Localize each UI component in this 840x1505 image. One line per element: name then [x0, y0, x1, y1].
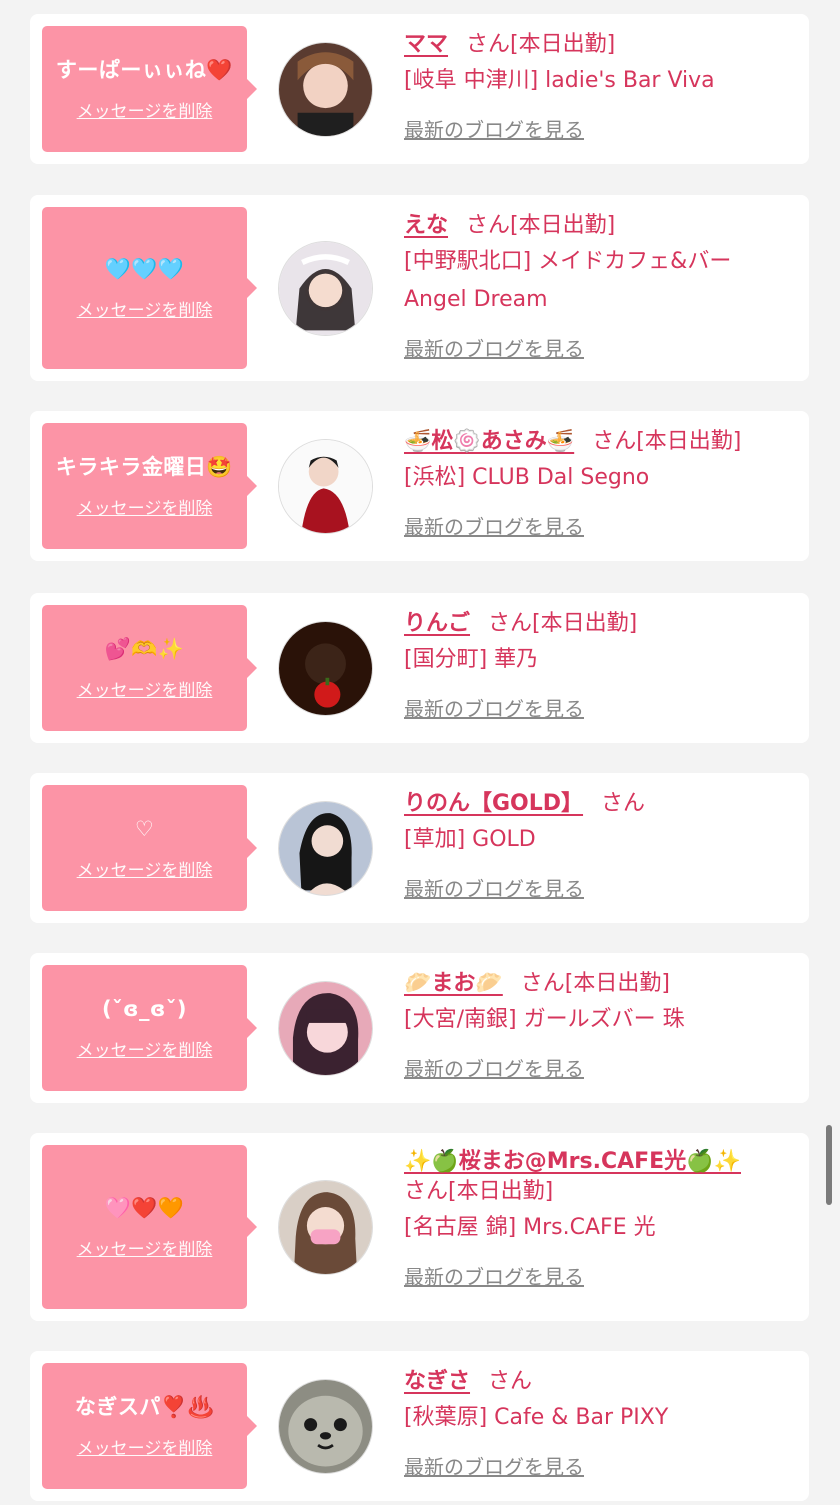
cast-status: さん[本日出勤]: [466, 213, 616, 238]
cast-name-link[interactable]: 🥟まお🥟: [404, 971, 503, 996]
cast-status: さん: [601, 791, 646, 816]
shop-name: [草加] GOLD: [404, 827, 536, 852]
message-feed: すーぱーぃぃね❤️ メッセージを削除 ママ さん[本日出勤] [岐阜 中津川] l…: [0, 0, 840, 1505]
cast-status: さん[本日出勤]: [488, 611, 638, 636]
cast-name-link[interactable]: ママ: [404, 32, 448, 57]
delete-message-link[interactable]: メッセージを削除: [77, 494, 213, 519]
avatar[interactable]: [278, 801, 373, 896]
message-text: すーぱーぃぃね❤️: [55, 57, 234, 82]
message-bubble: 💕🫶✨ メッセージを削除: [42, 605, 257, 731]
message-bubble: 🩷❤️🧡 メッセージを削除: [42, 1145, 257, 1309]
avatar[interactable]: [278, 1379, 373, 1474]
list-item: (ˇɞ_ɞˇ) メッセージを削除 🥟まお🥟 さん[本日出勤] [大宮/南銀] ガー…: [30, 953, 809, 1103]
latest-blog-link[interactable]: 最新のブログを見る: [404, 873, 584, 902]
latest-blog-link[interactable]: 最新のブログを見る: [404, 333, 584, 362]
message-bubble: キラキラ金曜日🤩 メッセージを削除: [42, 423, 257, 549]
avatar[interactable]: [278, 981, 373, 1076]
message-text: 💕🫶✨: [104, 636, 185, 661]
list-item: すーぱーぃぃね❤️ メッセージを削除 ママ さん[本日出勤] [岐阜 中津川] l…: [30, 14, 809, 164]
avatar[interactable]: [278, 1180, 373, 1275]
cast-status: さん[本日出勤]: [466, 32, 616, 57]
shop-name: [中野駅北口] メイドカフェ&バー Angel Dream: [404, 249, 732, 312]
message-text: ♡: [134, 816, 155, 841]
shop-name: [秋葉原] Cafe & Bar PIXY: [404, 1405, 669, 1430]
shop-name: [大宮/南銀] ガールズバー 珠: [404, 1007, 685, 1032]
latest-blog-link[interactable]: 最新のブログを見る: [404, 1451, 584, 1480]
latest-blog-link[interactable]: 最新のブログを見る: [404, 511, 584, 540]
avatar[interactable]: [278, 439, 373, 534]
shop-name: [岐阜 中津川] ladie's Bar Viva: [404, 68, 715, 93]
shop-name: [国分町] 華乃: [404, 647, 539, 672]
message-text: 🩵🩵🩵: [104, 256, 185, 281]
message-bubble: 🩵🩵🩵 メッセージを削除: [42, 207, 257, 369]
cast-name-link[interactable]: りのん【GOLD】: [404, 791, 583, 816]
delete-message-link[interactable]: メッセージを削除: [77, 1434, 213, 1459]
avatar[interactable]: [278, 42, 373, 137]
list-item: ♡ メッセージを削除 りのん【GOLD】 さん [草加] GOLD 最新のブログを…: [30, 773, 809, 923]
list-item: なぎスパ❣️♨️ メッセージを削除 なぎさ さん [秋葉原] Cafe & Bar…: [30, 1351, 809, 1501]
delete-message-link[interactable]: メッセージを削除: [77, 856, 213, 881]
list-item: 🩷❤️🧡 メッセージを削除 ✨🍏桜まお@Mrs.CAFE光🍏✨ さん[本日出勤] …: [30, 1133, 809, 1321]
message-bubble: すーぱーぃぃね❤️ メッセージを削除: [42, 26, 257, 152]
cast-status: さん: [488, 1369, 533, 1394]
cast-status: さん[本日出勤]: [404, 1179, 554, 1204]
delete-message-link[interactable]: メッセージを削除: [77, 296, 213, 321]
latest-blog-link[interactable]: 最新のブログを見る: [404, 1261, 584, 1290]
latest-blog-link[interactable]: 最新のブログを見る: [404, 114, 584, 143]
scrollbar[interactable]: [826, 1125, 832, 1205]
avatar[interactable]: [278, 241, 373, 336]
cast-status: さん[本日出勤]: [592, 429, 742, 454]
latest-blog-link[interactable]: 最新のブログを見る: [404, 693, 584, 722]
delete-message-link[interactable]: メッセージを削除: [77, 1036, 213, 1061]
delete-message-link[interactable]: メッセージを削除: [77, 97, 213, 122]
cast-name-link[interactable]: 🍜松🍥あさみ🍜: [404, 429, 574, 454]
list-item: 🩵🩵🩵 メッセージを削除 えな さん[本日出勤] [中野駅北口] メイドカフェ&バ…: [30, 195, 809, 381]
cast-name-link[interactable]: りんご: [404, 611, 470, 636]
message-bubble: (ˇɞ_ɞˇ) メッセージを削除: [42, 965, 257, 1091]
list-item: 💕🫶✨ メッセージを削除 りんご さん[本日出勤] [国分町] 華乃 最新のブログ…: [30, 593, 809, 743]
message-bubble: ♡ メッセージを削除: [42, 785, 257, 911]
message-text: 🩷❤️🧡: [104, 1195, 185, 1220]
list-item: キラキラ金曜日🤩 メッセージを削除 🍜松🍥あさみ🍜 さん[本日出勤] [浜松] C…: [30, 411, 809, 561]
avatar[interactable]: [278, 621, 373, 716]
message-text: なぎスパ❣️♨️: [74, 1394, 215, 1419]
cast-name-link[interactable]: なぎさ: [404, 1369, 470, 1394]
cast-status: さん[本日出勤]: [520, 971, 670, 996]
message-text: (ˇɞ_ɞˇ): [102, 996, 187, 1021]
cast-name-link[interactable]: ✨🍏桜まお@Mrs.CAFE光🍏✨: [404, 1149, 741, 1174]
message-bubble: なぎスパ❣️♨️ メッセージを削除: [42, 1363, 257, 1489]
delete-message-link[interactable]: メッセージを削除: [77, 1235, 213, 1260]
shop-name: [浜松] CLUB Dal Segno: [404, 465, 650, 490]
message-text: キラキラ金曜日🤩: [55, 454, 234, 479]
delete-message-link[interactable]: メッセージを削除: [77, 676, 213, 701]
cast-name-link[interactable]: えな: [404, 213, 448, 238]
shop-name: [名古屋 錦] Mrs.CAFE 光: [404, 1215, 656, 1240]
latest-blog-link[interactable]: 最新のブログを見る: [404, 1053, 584, 1082]
